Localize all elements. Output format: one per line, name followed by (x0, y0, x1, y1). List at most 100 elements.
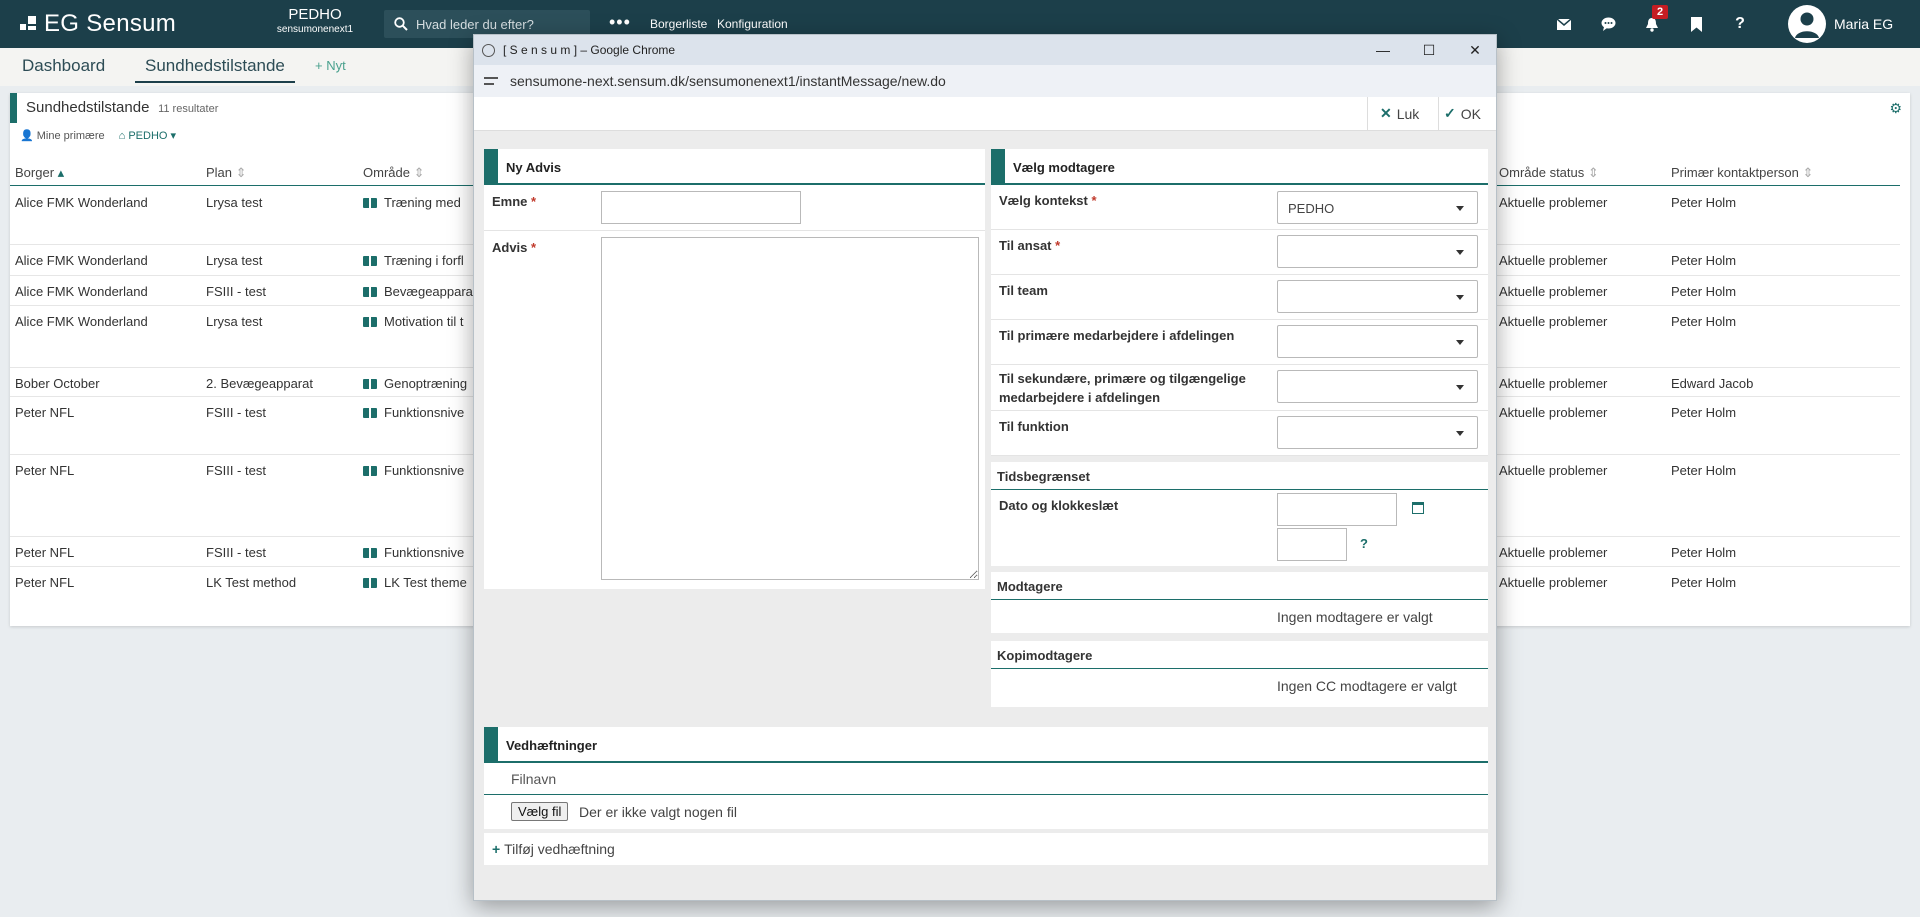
secondary-select[interactable] (1277, 370, 1478, 403)
primary-select[interactable] (1277, 325, 1478, 358)
window-title: [ S e n s u m ] – Google Chrome (503, 43, 676, 57)
table-cell-status[interactable]: Aktuelle problemer (1499, 195, 1607, 210)
table-cell-plan[interactable]: FSIII - test (206, 284, 266, 299)
col-plan[interactable]: Plan ⇕ (206, 165, 247, 181)
col-contact[interactable]: Primær kontaktperson ⇕ (1671, 165, 1813, 181)
close-button[interactable]: ✕ Luk (1380, 105, 1419, 122)
function-select[interactable] (1277, 416, 1478, 449)
subject-label: Emne * (492, 194, 537, 209)
nav-borgerliste[interactable]: Borgerliste (650, 17, 707, 31)
table-cell-contact[interactable]: Peter Holm (1671, 545, 1736, 560)
book-icon (363, 466, 377, 476)
filter-primary[interactable]: 👤 Mine primære (20, 129, 105, 142)
table-cell-omraade[interactable]: LK Test theme (363, 575, 467, 590)
close-icon: ✕ (1380, 105, 1392, 121)
table-cell-status[interactable]: Aktuelle problemer (1499, 463, 1607, 478)
tab-dashboard[interactable]: Dashboard (22, 56, 105, 81)
table-cell-contact[interactable]: Peter Holm (1671, 405, 1736, 420)
table-cell-contact[interactable]: Peter Holm (1671, 195, 1736, 210)
date-input[interactable] (1277, 493, 1397, 526)
close-window-icon[interactable]: ✕ (1452, 35, 1496, 65)
table-cell-status[interactable]: Aktuelle problemer (1499, 405, 1607, 420)
table-cell-borger[interactable]: Alice FMK Wonderland (15, 284, 148, 299)
col-borger[interactable]: Borger ▴ (15, 165, 64, 181)
body-textarea[interactable] (601, 237, 979, 580)
table-cell-plan[interactable]: Lrysa test (206, 195, 262, 210)
subject-input[interactable] (601, 191, 801, 224)
table-cell-status[interactable]: Aktuelle problemer (1499, 284, 1607, 299)
tab-new-button[interactable]: + Nyt (315, 58, 346, 73)
primary-label: Til primære medarbejdere i afdelingen (999, 328, 1235, 343)
table-cell-plan[interactable]: LK Test method (206, 575, 296, 590)
context-select[interactable]: PEDHO (1277, 191, 1478, 224)
table-cell-status[interactable]: Aktuelle problemer (1499, 314, 1607, 329)
table-cell-plan[interactable]: FSIII - test (206, 463, 266, 478)
org-switcher[interactable]: PEDHO sensumonenext1 (265, 6, 365, 34)
user-menu[interactable]: Maria EG (1788, 5, 1893, 43)
table-cell-contact[interactable]: Peter Holm (1671, 575, 1736, 590)
col-status[interactable]: Område status ⇕ (1499, 165, 1599, 181)
table-cell-status[interactable]: Aktuelle problemer (1499, 575, 1607, 590)
bookmark-icon[interactable] (1674, 12, 1718, 36)
search-input[interactable] (416, 16, 576, 32)
minimize-icon[interactable]: — (1360, 35, 1406, 65)
globe-icon (482, 43, 495, 57)
avatar (1788, 5, 1826, 43)
attachments-title: Vedhæftninger (484, 727, 1488, 763)
table-cell-plan[interactable]: Lrysa test (206, 253, 262, 268)
notifications-icon[interactable]: 2 (1630, 5, 1674, 36)
table-cell-borger[interactable]: Bober October (15, 376, 100, 391)
table-cell-omraade[interactable]: Funktionsnive (363, 405, 464, 420)
gear-icon[interactable]: ⚙ (1889, 100, 1902, 117)
maximize-icon[interactable]: ☐ (1406, 35, 1452, 65)
table-cell-contact[interactable]: Peter Holm (1671, 284, 1736, 299)
table-cell-contact[interactable]: Peter Holm (1671, 463, 1736, 478)
table-cell-borger[interactable]: Alice FMK Wonderland (15, 314, 148, 329)
table-cell-status[interactable]: Aktuelle problemer (1499, 545, 1607, 560)
calendar-icon[interactable] (1412, 502, 1424, 514)
nav-konfiguration[interactable]: Konfiguration (717, 17, 788, 31)
table-cell-borger[interactable]: Peter NFL (15, 545, 74, 560)
tab-sundhedstilstande[interactable]: Sundhedstilstande (135, 56, 295, 83)
more-menu-icon[interactable]: ••• (609, 12, 631, 33)
table-cell-plan[interactable]: FSIII - test (206, 405, 266, 420)
mail-icon[interactable] (1542, 12, 1586, 36)
add-attachment-link[interactable]: + Tilføj vedhæftning (492, 841, 615, 857)
logo-text: EG Sensum (44, 10, 177, 37)
table-cell-borger[interactable]: Peter NFL (15, 405, 74, 420)
table-cell-plan[interactable]: Lrysa test (206, 314, 262, 329)
team-select[interactable] (1277, 280, 1478, 313)
attachments-section: Vedhæftninger Filnavn Vælg fil Der er ik… (484, 727, 1488, 865)
table-cell-contact[interactable]: Peter Holm (1671, 253, 1736, 268)
app-logo[interactable]: EG Sensum (20, 10, 176, 38)
table-cell-contact[interactable]: Peter Holm (1671, 314, 1736, 329)
col-omraade[interactable]: Område ⇕ (363, 165, 425, 181)
ok-button[interactable]: ✓ OK (1444, 105, 1481, 122)
table-cell-borger[interactable]: Peter NFL (15, 463, 74, 478)
help-icon[interactable]: ? (1718, 12, 1762, 36)
help-icon[interactable]: ? (1360, 536, 1368, 551)
time-input[interactable] (1277, 528, 1347, 561)
table-cell-omraade[interactable]: Bevægeappara (363, 284, 473, 299)
table-cell-omraade[interactable]: Funktionsnive (363, 545, 464, 560)
table-cell-status[interactable]: Aktuelle problemer (1499, 253, 1607, 268)
table-cell-contact[interactable]: Edward Jacob (1671, 376, 1753, 391)
filter-org[interactable]: ⌂ PEDHO ▾ (119, 129, 176, 142)
address-bar[interactable]: sensumone-next.sensum.dk/sensumonenext1/… (474, 65, 1496, 97)
table-cell-borger[interactable]: Peter NFL (15, 575, 74, 590)
table-cell-omraade[interactable]: Genoptræning (363, 376, 467, 391)
table-cell-omraade[interactable]: Træning med (363, 195, 461, 210)
employee-select[interactable] (1277, 235, 1478, 268)
choose-file-button[interactable]: Vælg fil (511, 802, 569, 821)
team-label: Til team (999, 283, 1048, 298)
table-cell-omraade[interactable]: Træning i forfl (363, 253, 464, 268)
table-cell-omraade[interactable]: Funktionsnive (363, 463, 464, 478)
table-cell-plan[interactable]: 2. Bevægeapparat (206, 376, 313, 391)
table-cell-status[interactable]: Aktuelle problemer (1499, 376, 1607, 391)
table-cell-borger[interactable]: Alice FMK Wonderland (15, 253, 148, 268)
table-cell-borger[interactable]: Alice FMK Wonderland (15, 195, 148, 210)
table-cell-plan[interactable]: FSIII - test (206, 545, 266, 560)
plus-icon: + (492, 841, 505, 857)
chat-icon[interactable] (1586, 12, 1630, 36)
table-cell-omraade[interactable]: Motivation til t (363, 314, 463, 329)
